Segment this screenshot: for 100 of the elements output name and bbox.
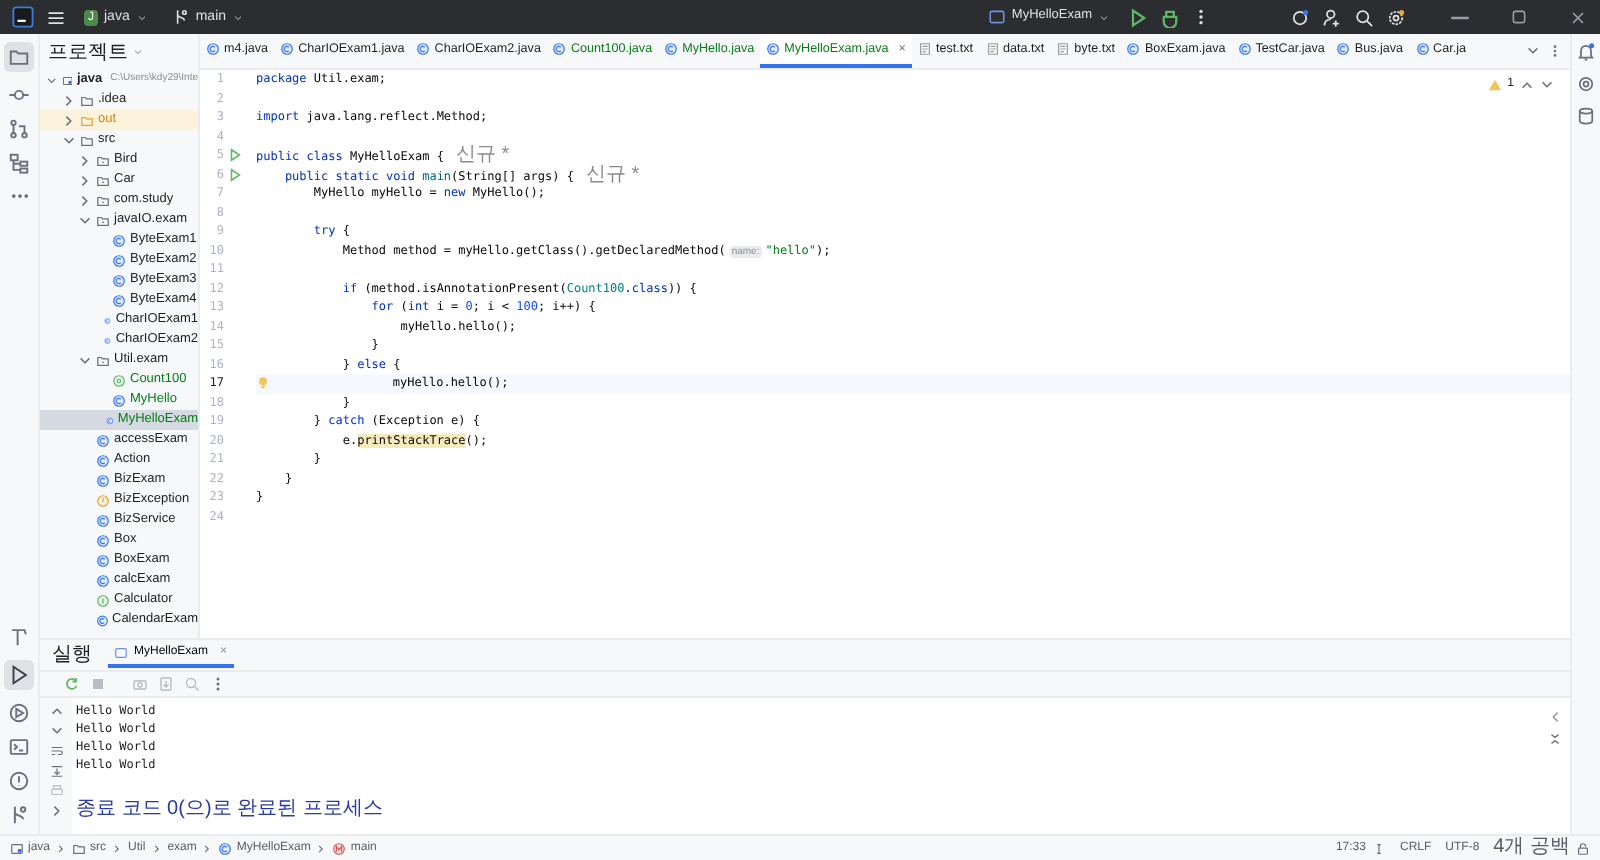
- class-icon: [112, 393, 126, 407]
- class-icon: [416, 42, 431, 56]
- class-icon: [95, 613, 108, 627]
- class-icon: [96, 533, 110, 547]
- ai-assistant-button[interactable]: [1290, 7, 1310, 27]
- package-icon: [96, 173, 110, 187]
- close-button[interactable]: [1568, 7, 1588, 27]
- settings-button[interactable]: [1386, 7, 1406, 27]
- class-icon: [96, 433, 110, 447]
- next-highlight-button[interactable]: [1540, 78, 1554, 92]
- caret-icon: [132, 46, 144, 58]
- search-button[interactable]: [1354, 7, 1374, 27]
- git-tool-button[interactable]: [8, 804, 30, 826]
- panel-title: 실행: [52, 645, 92, 665]
- text-file-icon: [917, 42, 932, 56]
- class-icon: [1336, 42, 1351, 56]
- caret-icon: [1098, 11, 1110, 23]
- problems-tool-button[interactable]: [8, 770, 30, 792]
- window-icon: [987, 8, 1006, 26]
- menu-button[interactable]: [46, 7, 66, 27]
- class-icon: [96, 473, 110, 487]
- scroll-to-end-button[interactable]: [49, 764, 63, 778]
- chevron-down-icon: [78, 353, 92, 367]
- debug-button[interactable]: [1160, 7, 1180, 27]
- console-output: 종료 코드 0(으)로 완료된 프로세스: [76, 798, 383, 820]
- class-icon: [1415, 42, 1430, 56]
- cursor-icon: [1371, 841, 1386, 855]
- method-icon: [332, 841, 347, 855]
- pull-requests-tool-button[interactable]: [8, 118, 30, 140]
- chevron-right-icon: [151, 843, 162, 853]
- package-icon: [96, 193, 110, 207]
- chevron-right-icon: [202, 843, 213, 853]
- notifications-button[interactable]: [1576, 42, 1596, 62]
- chevron-right-icon: [112, 843, 123, 853]
- collapse-button[interactable]: [1547, 710, 1561, 724]
- text-file-icon: [985, 42, 1000, 56]
- class-icon: [1237, 42, 1252, 56]
- class-icon: [112, 233, 126, 247]
- class-icon: [1126, 42, 1141, 56]
- chevron-right-icon: [316, 843, 327, 853]
- warning-icon: [1487, 78, 1502, 92]
- class-icon: [105, 413, 114, 427]
- interface-icon: [96, 593, 110, 607]
- package-icon: [96, 353, 110, 367]
- chevron-right-icon: [56, 843, 67, 853]
- chevron-down-icon: [78, 213, 92, 227]
- run-tool-button[interactable]: [4, 660, 34, 690]
- class-icon: [96, 513, 110, 527]
- class-icon: [206, 42, 220, 56]
- branch-icon: [171, 8, 190, 26]
- class-icon: [280, 42, 295, 56]
- add-user-button[interactable]: [1322, 7, 1342, 27]
- run-button[interactable]: [1128, 7, 1148, 27]
- class-icon: [112, 253, 126, 267]
- database-button[interactable]: [1576, 106, 1596, 126]
- class-icon: [96, 573, 110, 587]
- folder-icon: [72, 841, 87, 855]
- app-logo[interactable]: [12, 6, 34, 28]
- class-icon: [112, 293, 126, 307]
- class-icon: [218, 841, 233, 855]
- text-file-icon: [1056, 42, 1071, 56]
- class-icon: [96, 553, 110, 567]
- tab-list-button[interactable]: [1526, 44, 1540, 58]
- caret-icon: [135, 11, 148, 23]
- window-icon: [114, 646, 128, 660]
- services-tool-button[interactable]: [8, 702, 30, 724]
- ai-chat-button[interactable]: [1576, 74, 1596, 94]
- module-icon: [10, 841, 24, 855]
- class-icon: [96, 453, 110, 467]
- maximize-button[interactable]: [1510, 8, 1528, 26]
- commit-tool-button[interactable]: [8, 84, 30, 106]
- package-icon: [96, 153, 110, 167]
- tab-options-button[interactable]: [1548, 44, 1562, 58]
- class-icon: [664, 42, 679, 56]
- module-icon: [61, 73, 73, 87]
- scroll-down-button[interactable]: [49, 724, 63, 738]
- class-icon: [112, 273, 126, 287]
- project-tool-button[interactable]: [4, 42, 34, 72]
- annotation-icon: [112, 373, 126, 387]
- expand-button[interactable]: [49, 804, 63, 818]
- panel-title: 프로젝트: [48, 39, 128, 67]
- build-tool-button[interactable]: [8, 626, 30, 648]
- caret-icon: [232, 11, 245, 23]
- class-icon: [104, 313, 112, 327]
- package-icon: [96, 213, 110, 227]
- fold-button[interactable]: [1547, 732, 1561, 746]
- class-icon: [766, 42, 781, 56]
- previous-highlight-button[interactable]: [1520, 78, 1534, 92]
- chevron-down-icon: [62, 133, 76, 147]
- run-icon: [8, 664, 30, 686]
- terminal-tool-button[interactable]: [8, 736, 30, 758]
- class-icon: [104, 333, 112, 347]
- soft-wrap-button[interactable]: [49, 744, 63, 758]
- scroll-up-button[interactable]: [49, 704, 63, 718]
- folder-icon: [8, 46, 30, 68]
- class-icon: [552, 42, 567, 56]
- indent-setting[interactable]: 4개 공백: [1493, 838, 1570, 858]
- structure-tool-button[interactable]: [8, 152, 30, 174]
- read-only-toggle-button[interactable]: [1576, 841, 1590, 855]
- exception-icon: [96, 493, 110, 507]
